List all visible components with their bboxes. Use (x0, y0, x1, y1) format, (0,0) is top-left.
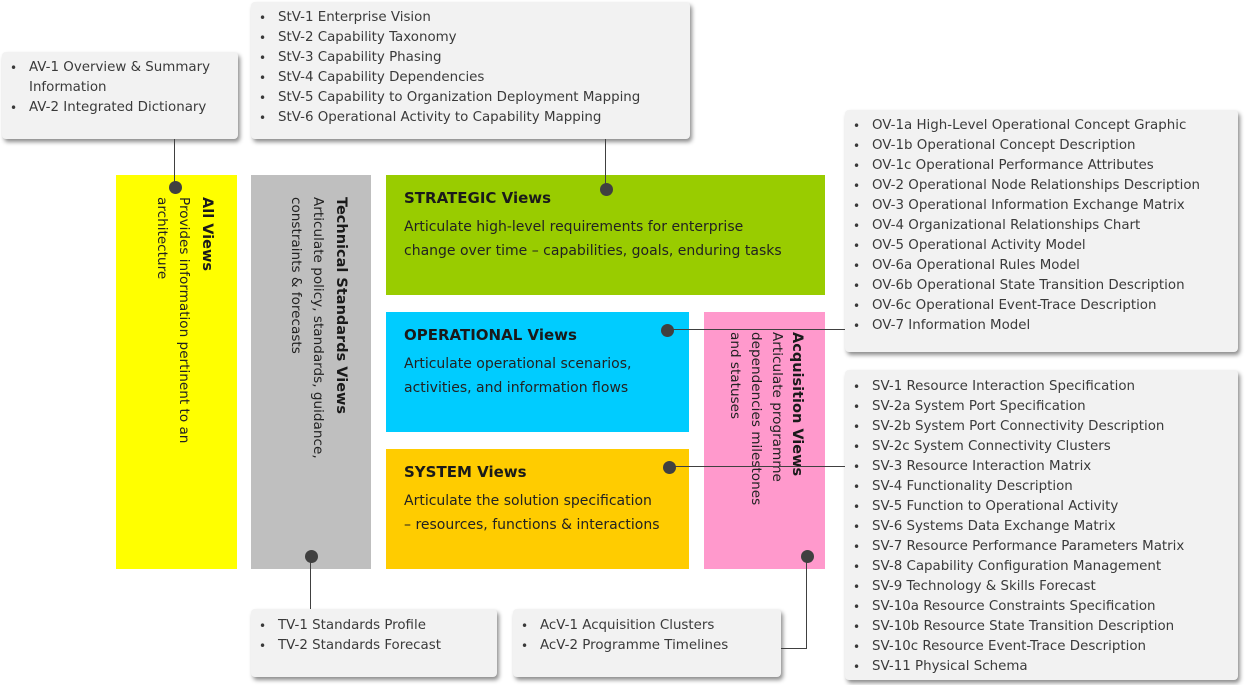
connector-system-views (669, 466, 845, 468)
sv-callout: SV-1 Resource Interaction Specification … (845, 370, 1238, 680)
list-item: SV-7 Resource Performance Parameters Mat… (845, 537, 1238, 557)
operational-views-description-line1: Articulate operational scenarios, (404, 356, 632, 372)
technical-standards-views-description: Articulate policy, standards, guidance, … (288, 197, 326, 459)
list-item: OV-4 Organizational Relationships Chart (845, 216, 1238, 236)
list-item: SV-11 Physical Schema (845, 657, 1238, 677)
list-item: StV-5 Capability to Organization Deploym… (251, 88, 690, 108)
all-views-title: All Views (199, 197, 215, 272)
connector-dot-technical-standards-views (304, 549, 318, 563)
connector-dot-all-views (168, 180, 182, 194)
connector-technical-standards-views (310, 556, 312, 609)
technical-standards-views-title: Technical Standards Views (333, 197, 349, 415)
list-item: OV-6a Operational Rules Model (845, 256, 1238, 276)
list-item: SV-6 Systems Data Exchange Matrix (845, 517, 1238, 537)
list-item: OV-6b Operational State Transition Descr… (845, 276, 1238, 296)
operational-views-block[interactable]: OPERATIONAL Views Articulate operational… (386, 312, 689, 432)
list-item: SV-5 Function to Operational Activity (845, 497, 1238, 517)
connector-strategic-views (605, 139, 607, 189)
list-item: StV-4 Capability Dependencies (251, 68, 690, 88)
strategic-views-description-line2: change over time – capabilities, goals, … (404, 243, 782, 259)
list-item: SV-8 Capability Configuration Management (845, 557, 1238, 577)
all-views-block[interactable]: All Views Provides information pertinent… (116, 175, 237, 569)
list-item: SV-3 Resource Interaction Matrix (845, 457, 1238, 477)
list-item: SV-10a Resource Constraints Specificatio… (845, 597, 1238, 617)
list-item: SV-4 Functionality Description (845, 477, 1238, 497)
list-item: SV-10c Resource Event-Trace Description (845, 637, 1238, 657)
list-item: OV-1c Operational Performance Attributes (845, 156, 1238, 176)
list-item: OV-1b Operational Concept Description (845, 136, 1238, 156)
connector-operational-views (667, 329, 845, 331)
acquisition-views-block[interactable]: Acquisition Views Articulate programme d… (704, 312, 825, 569)
connector-all-views (174, 139, 176, 187)
strategic-views-description-line1: Articulate high-level requirements for e… (404, 219, 744, 235)
list-item: OV-1a High-Level Operational Concept Gra… (845, 116, 1238, 136)
list-item: SV-2b System Port Connectivity Descripti… (845, 417, 1238, 437)
list-item: SV-10b Resource State Transition Descrip… (845, 617, 1238, 637)
connector-dot-strategic-views (599, 182, 613, 196)
system-views-description-line2: – resources, functions & interactions (404, 517, 660, 533)
list-item: AV-2 Integrated Dictionary (2, 98, 232, 118)
list-item: SV-2a System Port Specification (845, 397, 1238, 417)
acv-callout: AcV-1 Acquisition Clusters AcV-2 Program… (513, 609, 781, 677)
list-item: OV-7 Information Model (845, 316, 1238, 336)
tv-callout: TV-1 Standards Profile TV-2 Standards Fo… (251, 609, 497, 677)
av-callout: AV-1 Overview & Summary Information AV-2… (2, 52, 238, 139)
list-item: SV-9 Technology & Skills Forecast (845, 577, 1238, 597)
list-item: StV-2 Capability Taxonomy (251, 28, 690, 48)
list-item: StV-6 Operational Activity to Capability… (251, 108, 690, 128)
connector-dot-acquisition-views (800, 549, 814, 563)
list-item: AcV-2 Programme Timelines (513, 636, 781, 656)
list-item: TV-1 Standards Profile (251, 616, 497, 636)
connector-acquisition-views-horizontal (781, 648, 807, 650)
list-item: StV-3 Capability Phasing (251, 48, 690, 68)
system-views-title: SYSTEM Views (404, 463, 527, 481)
technical-standards-views-block[interactable]: Technical Standards Views Articulate pol… (251, 175, 371, 569)
acquisition-views-title: Acquisition Views (789, 332, 805, 477)
list-item: AV-1 Overview & Summary Information (2, 58, 232, 98)
acquisition-views-description: Articulate programme dependencies milest… (727, 332, 785, 506)
list-item: SV-2c System Connectivity Clusters (845, 437, 1238, 457)
ov-callout: OV-1a High-Level Operational Concept Gra… (845, 110, 1238, 352)
list-item: TV-2 Standards Forecast (251, 636, 497, 656)
connector-dot-operational-views (660, 323, 674, 337)
list-item: OV-2 Operational Node Relationships Desc… (845, 176, 1238, 196)
all-views-description: Provides information pertinent to an arc… (154, 197, 192, 444)
operational-views-description-line2: activities, and information flows (404, 380, 629, 396)
list-item: AcV-1 Acquisition Clusters (513, 616, 781, 636)
system-views-description-line1: Articulate the solution specification (404, 493, 652, 509)
list-item: StV-1 Enterprise Vision (251, 8, 690, 28)
stv-callout: StV-1 Enterprise Vision StV-2 Capability… (251, 2, 690, 139)
operational-views-title: OPERATIONAL Views (404, 326, 577, 344)
system-views-block[interactable]: SYSTEM Views Articulate the solution spe… (386, 449, 689, 569)
connector-dot-system-views (662, 460, 676, 474)
list-item: OV-6c Operational Event-Trace Descriptio… (845, 296, 1238, 316)
list-item: SV-1 Resource Interaction Specification (845, 377, 1238, 397)
list-item: OV-5 Operational Activity Model (845, 236, 1238, 256)
list-item: OV-3 Operational Information Exchange Ma… (845, 196, 1238, 216)
connector-acquisition-views-vertical (806, 556, 808, 649)
